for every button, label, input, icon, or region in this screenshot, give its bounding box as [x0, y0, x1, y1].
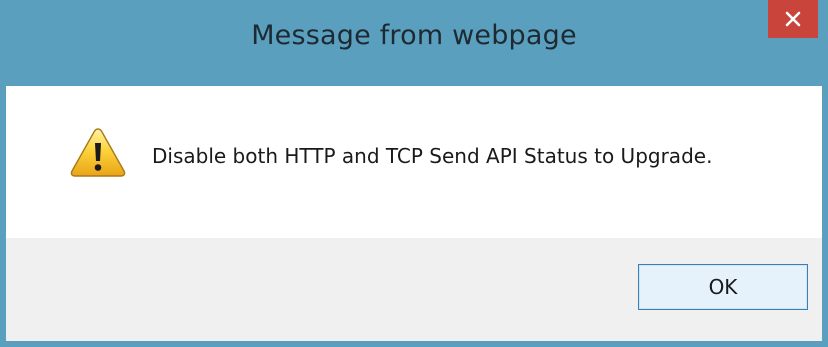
title-bar[interactable]: Message from webpage: [0, 0, 828, 86]
dialog-footer: OK: [6, 238, 822, 341]
close-button[interactable]: [768, 0, 818, 38]
dialog-content: Disable both HTTP and TCP Send API Statu…: [6, 86, 822, 238]
warning-icon: [70, 128, 126, 177]
close-x-icon: [785, 11, 801, 27]
message-dialog: Message from webpage Disable both HTTP a…: [0, 0, 828, 347]
dialog-message: Disable both HTTP and TCP Send API Statu…: [152, 144, 713, 168]
ok-button[interactable]: OK: [638, 264, 808, 310]
dialog-title: Message from webpage: [251, 20, 577, 51]
